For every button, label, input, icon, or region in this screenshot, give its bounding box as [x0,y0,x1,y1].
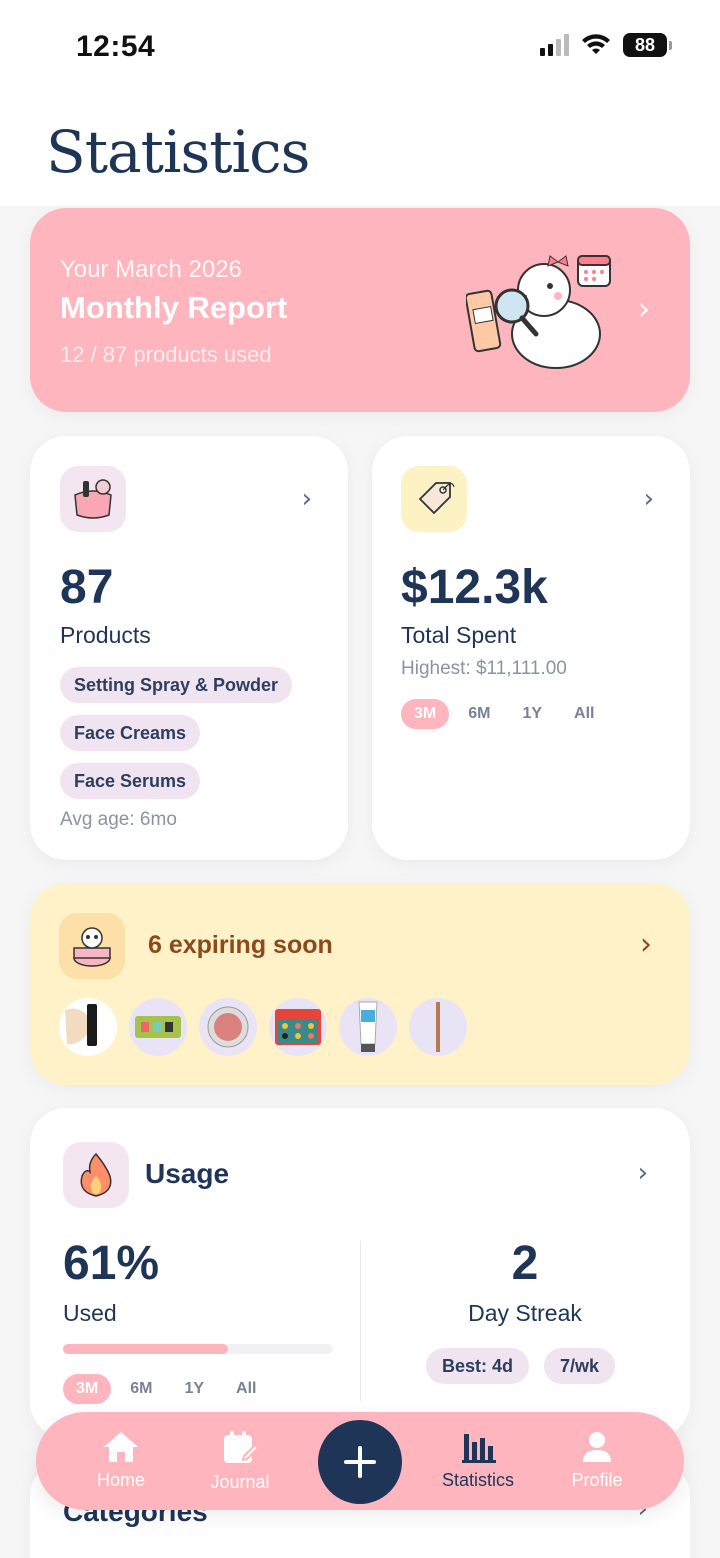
report-title: Monthly Report [60,290,288,325]
weekly-rate-badge: 7/wk [544,1348,616,1384]
products-label: Products [60,622,151,648]
report-period: Your March 2026 [60,256,242,283]
usage-range-selector: 3M 6M 1Y All [63,1374,270,1404]
range-6m[interactable]: 6M [117,1374,165,1404]
battery-icon: 88 [623,33,672,57]
price-tag-icon [401,466,467,532]
status-icons: 88 [540,33,672,57]
product-thumb-color-palette[interactable] [269,998,327,1056]
expiring-soon-card[interactable]: 6 expiring soon › [30,883,690,1085]
monthly-report-card[interactable]: Your March 2026 Monthly Report 12 / 87 p… [30,208,690,412]
highest-spend: Highest: $11,111.00 [401,658,567,679]
signal-icon [540,34,569,56]
range-3m[interactable]: 3M [401,699,450,729]
duck-mascot-illustration [466,255,611,369]
wifi-icon [582,34,610,54]
streak-count: 2 [511,1237,539,1290]
status-time: 12:54 [76,30,156,63]
product-thumb-foundation[interactable] [59,998,117,1056]
status-bar: 12:54 88 [0,0,720,96]
tab-label: Home [96,1470,145,1490]
chevron-right-icon: › [637,1158,648,1188]
add-product-button[interactable] [318,1420,402,1504]
makeup-bag-icon [60,466,126,532]
chevron-right-icon: › [638,292,650,327]
total-spent-card[interactable]: › $12.3k Total Spent Highest: $11,111.00… [372,436,690,860]
battery-level: 88 [623,33,667,57]
tab-label: Journal [210,1472,270,1492]
chevron-right-icon: › [643,484,654,514]
tab-home[interactable]: Home [71,1430,171,1491]
flame-icon [63,1142,129,1208]
report-subtitle: 12 / 87 products used [60,342,272,367]
range-all[interactable]: All [561,699,607,729]
page-title: Statistics [46,118,310,186]
product-thumb-eyeshadow-palette[interactable] [129,998,187,1056]
bar-chart-icon [462,1434,496,1463]
home-icon [104,1432,138,1462]
product-thumb-eyeliner-pencil[interactable] [409,998,467,1056]
tab-statistics[interactable]: Statistics [428,1430,528,1491]
journal-icon [224,1431,258,1463]
products-card[interactable]: › 87 Products Setting Spray & Powder Fac… [30,436,348,860]
plus-icon [344,1446,376,1478]
range-1y[interactable]: 1Y [509,699,555,729]
total-spent-label: Total Spent [401,622,517,648]
range-3m[interactable]: 3M [63,1374,112,1404]
range-6m[interactable]: 6M [455,699,503,729]
spent-range-selector: 3M 6M 1Y All [401,699,608,729]
category-tag: Face Creams [60,715,201,751]
product-thumb-sunscreen-tube[interactable] [339,998,397,1056]
range-all[interactable]: All [223,1374,269,1404]
category-tag: Setting Spray & Powder [60,667,293,703]
expiring-products-list [59,998,467,1056]
skull-jar-icon [59,913,125,979]
tab-journal[interactable]: Journal [190,1430,290,1493]
bottom-tab-bar: Home Journal Statistics Profile [36,1412,684,1510]
average-age: Avg age: 6mo [60,809,177,830]
usage-percent-label: Used [63,1300,117,1326]
category-tag: Face Serums [60,763,201,799]
best-streak-badge: Best: 4d [426,1348,530,1384]
usage-percent: 61% [63,1237,160,1290]
chevron-right-icon: › [640,927,652,962]
tab-label: Profile [571,1470,623,1490]
usage-progress-bar [63,1344,333,1354]
usage-progress-fill [63,1344,228,1354]
expiring-title: 6 expiring soon [148,931,333,959]
product-thumb-blush-compact[interactable] [199,998,257,1056]
usage-title: Usage [145,1158,230,1189]
profile-icon [583,1432,611,1462]
total-spent-amount: $12.3k [401,561,548,614]
range-1y[interactable]: 1Y [171,1374,217,1404]
usage-card[interactable]: Usage › 61% Used 3M 6M 1Y All 2 Day Stre… [30,1108,690,1438]
page-header: Statistics [0,96,720,206]
chevron-right-icon: › [301,484,312,514]
products-count: 87 [60,561,114,614]
tab-profile[interactable]: Profile [547,1430,647,1491]
tab-label: Statistics [441,1470,515,1490]
streak-label: Day Streak [468,1300,582,1326]
